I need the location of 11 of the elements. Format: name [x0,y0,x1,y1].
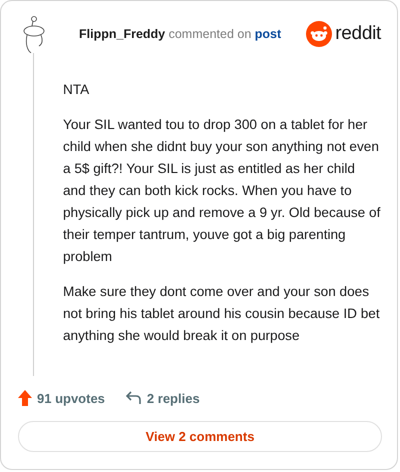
reply-arrow-icon[interactable] [124,390,143,406]
upvote-arrow-icon[interactable] [17,389,33,407]
comment-paragraph: Your SIL wanted tou to drop 300 on a tablet for her child when she didnt buy your son anything not even a 5$ gift?! Your SIL is just as entitled as her child and they can both kick rocks. When you have to physically pick up and remove a 9 yr. Old because of their temper tantrum, youve got a big parenting problem [63,116,381,266]
reddit-logo-icon [306,21,332,47]
comment-byline: Flippn_Freddy commented on post [79,27,282,41]
upvote-count: 91 upvotes [37,390,105,406]
reply-count: 2 replies [146,390,200,406]
comment-paragraph: Make sure they dont come over and your son does not bring his tablet around his cousin because ID bet anything she would break it on purpose [63,283,381,345]
comment-paragraph: NTA [63,81,90,99]
view-comments-button[interactable]: View 2 comments [18,421,382,452]
logo-wordmark: reddit [335,23,381,45]
